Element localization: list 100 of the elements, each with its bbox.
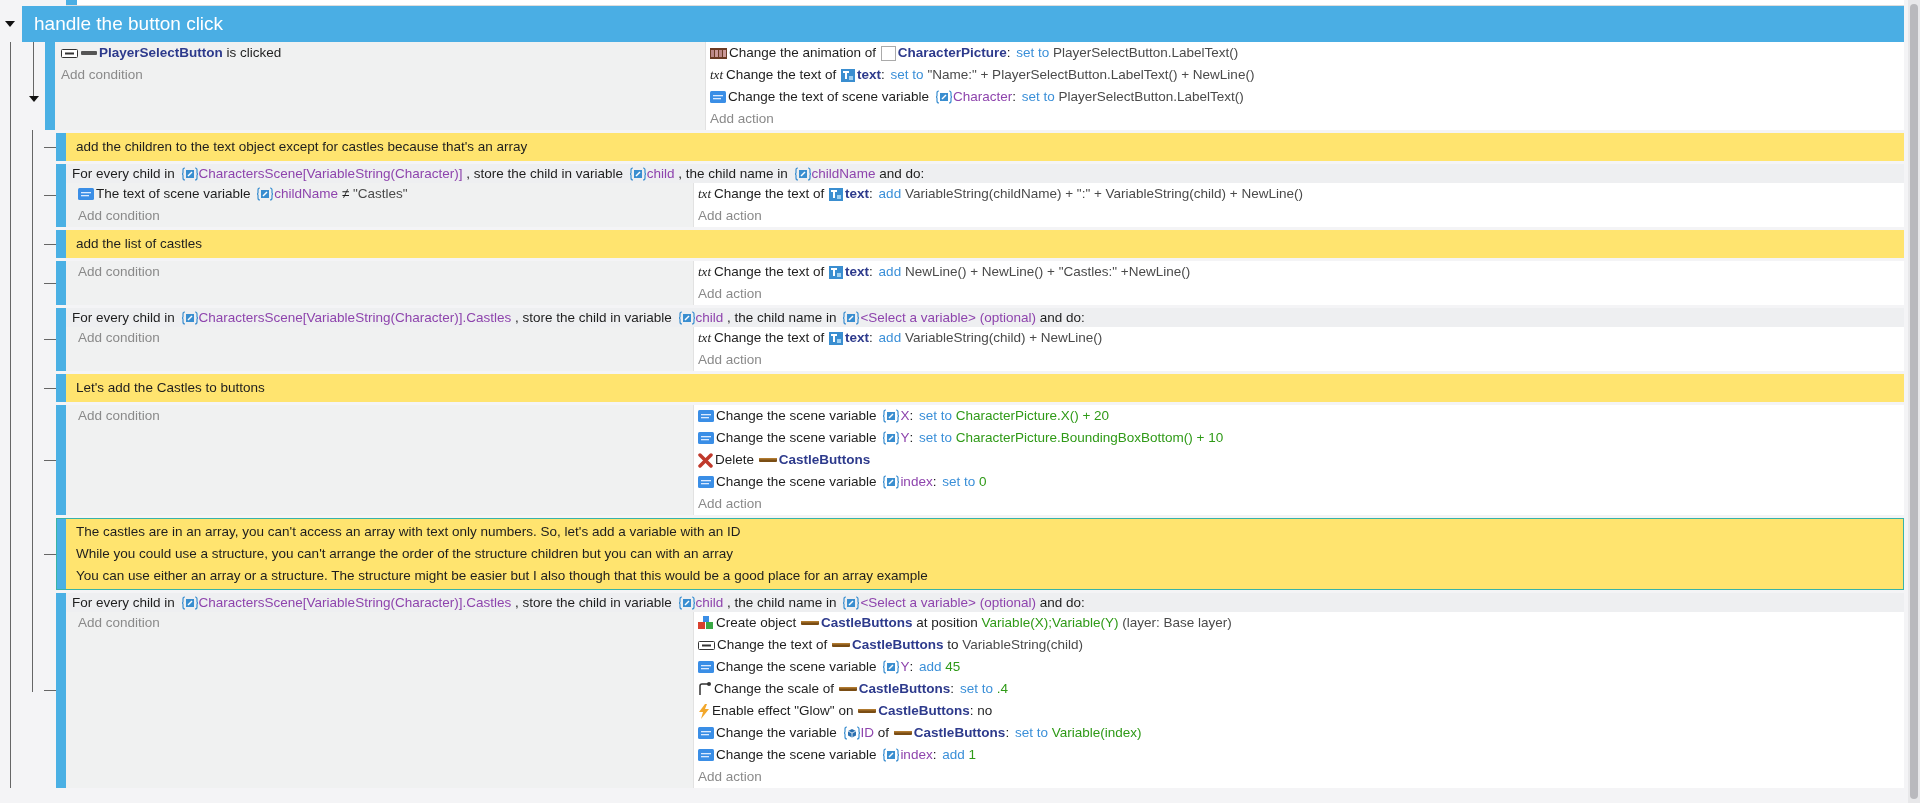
expression-text: "Name:" + PlayerSelectButton.LabelText() + NewLine(): [927, 66, 1255, 84]
event-bar[interactable]: [56, 374, 66, 402]
add-action-link[interactable]: Add action: [698, 766, 762, 788]
blocks-icon: [698, 616, 714, 630]
operator-text: set to: [1021, 88, 1056, 106]
event-bar[interactable]: [56, 164, 66, 227]
expression-text: NewLine() + NewLine() + "Castles:" +NewLine(): [904, 263, 1191, 281]
instruction-text: Change the variable: [716, 724, 838, 742]
scrollbar[interactable]: [1908, 0, 1920, 803]
operator-text: set to: [890, 66, 925, 84]
comment-text: add the children to the text object except for castles because that's an array: [76, 138, 529, 156]
instruction-text: and do:: [878, 165, 925, 183]
operator-text: add: [878, 329, 903, 347]
text-object-icon: [829, 187, 844, 201]
variable-name: child: [695, 309, 724, 327]
text-icon: txt: [698, 261, 711, 283]
instruction-text: :: [909, 407, 915, 425]
event-bar[interactable]: [56, 230, 66, 258]
object-name: CastleButtons: [878, 702, 970, 720]
instruction-text: Change the animation of: [729, 44, 878, 62]
instruction-text: :: [869, 263, 874, 281]
add-condition-link[interactable]: Add condition: [78, 205, 160, 227]
scrollbar-thumb[interactable]: [1910, 4, 1918, 799]
operator-text: add: [878, 185, 903, 203]
instruction-text: ≠: [340, 185, 351, 203]
add-action-link[interactable]: Add action: [698, 493, 762, 515]
group-header[interactable]: handle the button click: [22, 6, 1904, 42]
collapse-arrow-icon[interactable]: [29, 95, 39, 103]
variable-name: CharactersScene[VariableString(Character)].Castles: [198, 309, 512, 327]
event-bar[interactable]: [45, 42, 55, 130]
comment-block[interactable]: add the children to the text object except for castles because that's an array: [66, 133, 1904, 161]
variable-icon: [78, 188, 94, 200]
operator-text: set to: [1016, 44, 1051, 62]
object-name: CastleButtons: [778, 451, 871, 469]
expression-text: PlayerSelectButton.LabelText(): [1052, 44, 1239, 62]
comment-text: You can use either an array or a structure. The structure might be easier but I also though that this would be a good place for an array example: [76, 567, 929, 585]
instruction-text: For every child in: [72, 594, 176, 612]
variable-name: <Select a variable> (optional): [860, 309, 1036, 327]
add-condition-link[interactable]: Add condition: [78, 612, 160, 634]
instruction-text: , the child name in: [726, 309, 838, 327]
object-bar-icon: [838, 686, 857, 692]
comment-block[interactable]: add the list of castles: [66, 230, 1904, 258]
event-bar[interactable]: [56, 518, 66, 590]
for-each-header[interactable]: For every child in CharactersScene[VariableString(Character)].Castles , store the child in variable child , the child name in <Select a variable> (optional) and do:: [66, 593, 1904, 612]
add-condition-link[interactable]: Add condition: [78, 405, 160, 427]
instruction-text: For every child in: [72, 309, 176, 327]
event-bar[interactable]: [56, 261, 66, 305]
object-bar-icon: [758, 457, 777, 463]
add-condition-link[interactable]: Add condition: [61, 64, 143, 86]
instruction-text: Change the text of scene variable: [728, 88, 931, 106]
variable-name: childName: [811, 165, 876, 183]
instruction-text: :: [869, 185, 874, 203]
add-action-link[interactable]: Add action: [698, 283, 762, 305]
for-each-header[interactable]: For every child in CharactersScene[VariableString(Character)].Castles , store the child in variable child , the child name in <Select a variable> (optional) and do:: [66, 308, 1904, 327]
add-action-link[interactable]: Add action: [698, 205, 762, 227]
expression-text: (layer: Base layer): [1121, 614, 1232, 632]
group-title: handle the button click: [34, 13, 224, 35]
variable-name: childName: [274, 185, 339, 203]
variable-name: CharactersScene[VariableString(Character)].Castles: [198, 594, 512, 612]
variable-icon: [181, 310, 198, 325]
instruction-text: Delete: [715, 451, 756, 469]
variable-icon: [710, 91, 726, 103]
add-action-link[interactable]: Add action: [698, 349, 762, 371]
object-name: CharacterPicture: [897, 44, 1007, 62]
event-bar[interactable]: [56, 405, 66, 515]
operator-text: set to: [1014, 724, 1049, 742]
add-action-link[interactable]: Add action: [710, 108, 774, 130]
variable-icon: [698, 410, 714, 422]
instruction-text: and do:: [1038, 309, 1085, 327]
variable-name: child: [695, 594, 724, 612]
event-bar[interactable]: [56, 308, 66, 371]
instruction-text: Change the scale of: [714, 680, 836, 698]
variable-icon: [181, 166, 198, 181]
add-condition-link[interactable]: Add condition: [78, 261, 160, 283]
object-name: CastleButtons: [852, 636, 944, 654]
operator-text: set to: [959, 680, 994, 698]
variable-icon: [698, 432, 714, 444]
add-condition-link[interactable]: Add condition: [78, 327, 160, 349]
object-bar-icon: [893, 730, 912, 736]
instruction-text: Change the scene variable: [716, 407, 878, 425]
collapse-arrow-icon[interactable]: [5, 20, 15, 28]
event-bar[interactable]: [56, 133, 66, 161]
for-each-header[interactable]: For every child in CharactersScene[VariableString(Character)] , store the child in variable child , the child name in childName and do:: [66, 164, 1904, 183]
button-icon: [61, 48, 78, 58]
value-text: .4: [996, 680, 1008, 698]
operator-text: add: [918, 658, 943, 676]
operator-text: set to: [918, 429, 953, 447]
comment-block[interactable]: Let's add the Castles to buttons: [66, 374, 1904, 402]
variable-icon: [678, 595, 695, 610]
instruction-text: :: [909, 429, 915, 447]
event-bar[interactable]: [56, 593, 66, 788]
object-bar-icon: [81, 50, 97, 56]
comment-block[interactable]: [66, 518, 1904, 590]
instruction-text: to: [946, 636, 960, 654]
object-bar-icon: [832, 642, 851, 648]
instruction-text: Change the text of: [717, 636, 829, 654]
value-text: 1: [968, 746, 976, 764]
variable-icon: [257, 187, 274, 201]
variable-icon: [698, 476, 714, 488]
variable-icon: [629, 166, 646, 181]
